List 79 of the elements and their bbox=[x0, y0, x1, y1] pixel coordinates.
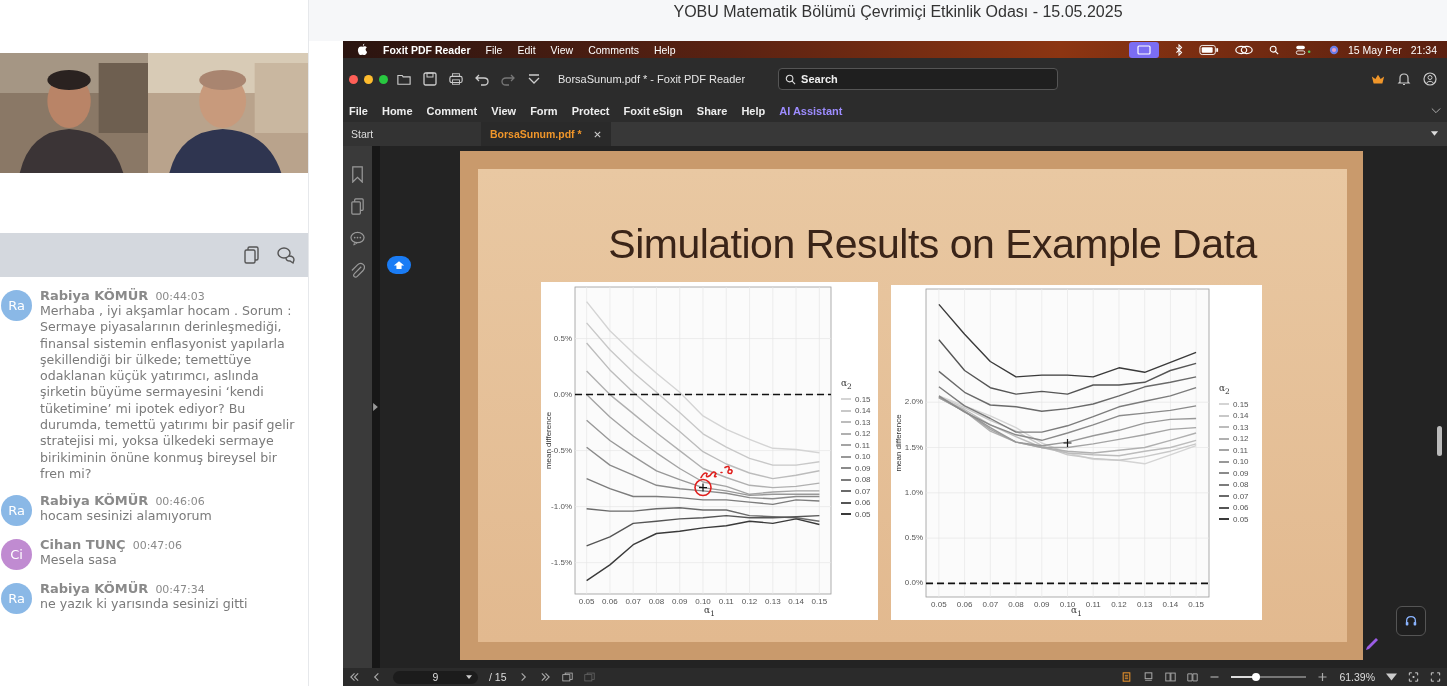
legend-label: 0.12 bbox=[855, 429, 871, 439]
legend-label: 0.15 bbox=[1233, 399, 1249, 409]
x-tick-label: 0.09 bbox=[1034, 600, 1050, 609]
legend-label: 0.13 bbox=[855, 417, 871, 427]
message-time: 00:47:06 bbox=[132, 539, 183, 553]
legend-label: 0.08 bbox=[1233, 480, 1249, 490]
x-tick-label: 0.06 bbox=[956, 600, 973, 609]
message-text: ne yazık ki yarısında sesinizi gitti bbox=[40, 596, 249, 613]
legend-label: 0.07 bbox=[855, 486, 871, 496]
x-tick-label: 0.10 bbox=[695, 597, 711, 606]
legend-label: 0.10 bbox=[1233, 457, 1249, 467]
slide-title: Simulation Results on Example Data bbox=[608, 221, 1257, 268]
legend-label: 0.05 bbox=[855, 509, 871, 519]
message-time: 00:47:34 bbox=[155, 583, 205, 597]
x-tick-label: 0.07 bbox=[625, 597, 641, 606]
x-tick-label: 0.08 bbox=[1008, 600, 1024, 609]
y-tick-label: 1.5% bbox=[904, 442, 923, 452]
message-text: Merhaba , iyi akşamlar hocam . Sorum : Sermaye piyasalarının derinleşmediği, finansal sistemin enflasyonist yapılarla şekillendiği bir ülkede; temettüye odaklanan küçük yatırımcı, aslında şirketin büyüme sermayesini ‘kendi tüketimine’ mi ipotek ediyor? Bu durumda, temettü yatırımı bir pasif gelir stratejisi mi, yoksa ülkedeki sermaye birikiminin önüne konmuş bireysel bir fren mi? bbox=[40, 303, 296, 483]
y-tick-label: -1.5% bbox=[551, 557, 572, 567]
message-text: hocam sesinizi alamıyorum bbox=[40, 508, 213, 525]
legend-label: 0.11 bbox=[1233, 445, 1248, 455]
room-title: YOBU Matematik Bölümü Çevrimiçi Etkinlik Odası - 15.05.2025 bbox=[672, 3, 1123, 21]
legend-label: 0.07 bbox=[1233, 491, 1249, 501]
x-tick-label: 0.13 bbox=[1136, 600, 1153, 609]
legend-title: α$_{2}$ bbox=[1219, 383, 1231, 396]
legend-label: 0.14 bbox=[1233, 411, 1249, 421]
y-tick-label: -0.5% bbox=[551, 445, 572, 455]
y-tick-label: -1.0% bbox=[551, 501, 572, 511]
x-tick-label: 0.07 bbox=[982, 600, 999, 609]
x-tick-label: 0.06 bbox=[602, 597, 618, 606]
sender-name: Rabiya KÖMÜR bbox=[40, 581, 149, 597]
legend-label: 0.09 bbox=[855, 463, 871, 473]
legend-label: 0.11 bbox=[855, 440, 870, 450]
legend-label: 0.05 bbox=[1233, 514, 1249, 524]
y-tick-label: 0.0% bbox=[904, 578, 923, 588]
y-tick-label: 0.5% bbox=[904, 533, 923, 543]
legend-title: α$_{2}$ bbox=[841, 378, 853, 391]
sender-name: Rabiya KÖMÜR bbox=[40, 493, 149, 509]
message-time: 00:46:06 bbox=[155, 495, 205, 509]
legend-label: 0.09 bbox=[1233, 468, 1249, 478]
x-tick-label: 0.12 bbox=[1111, 600, 1127, 609]
x-tick-label: 0.09 bbox=[671, 597, 688, 606]
legend-label: 0.13 bbox=[1233, 422, 1249, 432]
message-text: Mesela sasa bbox=[40, 552, 118, 569]
y-tick-label: 2.0% bbox=[904, 397, 923, 407]
legend-label: 0.10 bbox=[855, 452, 871, 462]
legend-label: 0.12 bbox=[1233, 434, 1249, 444]
window-title: BorsaSunum.pdf * - Foxit PDF Reader bbox=[558, 73, 746, 85]
legend-label: 0.06 bbox=[1233, 503, 1249, 513]
sender-name: Rabiya KÖMÜR bbox=[40, 288, 149, 303]
legend-label: 0.06 bbox=[855, 498, 871, 508]
legend-label: 0.08 bbox=[855, 475, 871, 485]
legend-label: 0.14 bbox=[855, 406, 871, 416]
x-axis-label: α$_{1}$ bbox=[704, 605, 715, 619]
x-tick-label: 0.15 bbox=[1188, 600, 1204, 609]
sender-name: Cihan TUNÇ bbox=[40, 537, 126, 553]
page-count: / 15 bbox=[489, 671, 507, 683]
x-tick-label: 0.11 bbox=[718, 597, 734, 606]
y-axis-label: mean difference bbox=[544, 411, 553, 470]
message-time: 00:44:03 bbox=[155, 290, 205, 303]
x-tick-label: 0.12 bbox=[741, 597, 758, 606]
x-tick-label: 0.13 bbox=[765, 597, 781, 606]
x-tick-label: 0.14 bbox=[788, 597, 804, 606]
y-tick-label: 0.5% bbox=[553, 333, 572, 343]
x-tick-label: 0.11 bbox=[1085, 600, 1101, 609]
x-tick-label: 0.15 bbox=[811, 597, 828, 606]
user-avatar: Ci bbox=[1, 539, 32, 571]
x-tick-label: 0.08 bbox=[648, 597, 665, 606]
x-tick-label: 0.10 bbox=[1059, 600, 1076, 609]
user-avatar: Ra bbox=[1, 583, 32, 615]
x-tick-label: 0.14 bbox=[1162, 600, 1179, 609]
legend-label: 0.15 bbox=[855, 394, 871, 404]
x-tick-label: 0.05 bbox=[931, 600, 947, 609]
user-avatar: Ra bbox=[1, 290, 32, 321]
y-axis-label: mean difference bbox=[894, 414, 903, 472]
y-tick-label: 1.0% bbox=[904, 487, 923, 497]
x-tick-label: 0.05 bbox=[578, 597, 595, 606]
y-tick-label: 0.0% bbox=[553, 389, 572, 399]
user-avatar: Ra bbox=[1, 495, 32, 527]
